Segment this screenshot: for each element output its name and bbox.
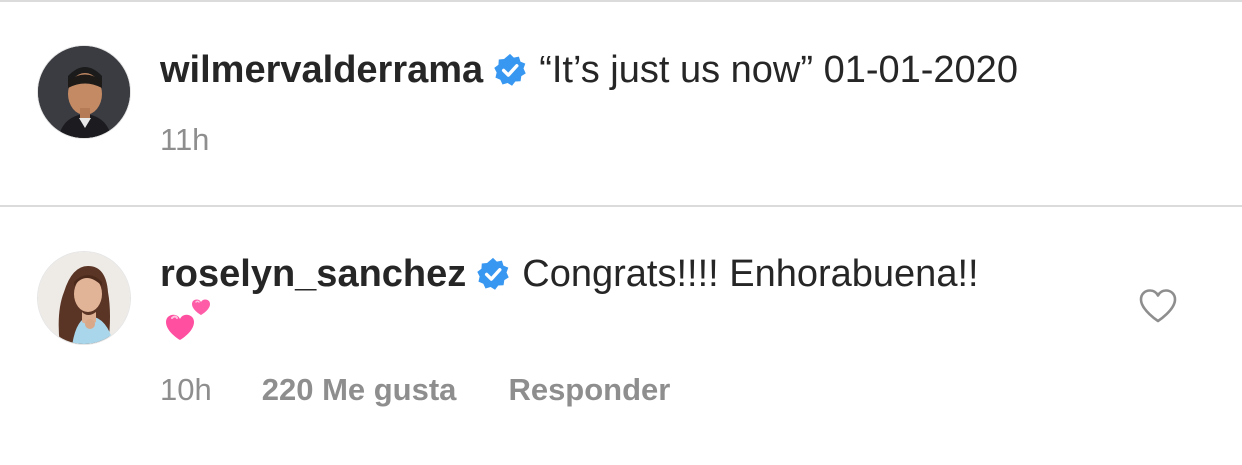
comment-username[interactable]: roselyn_sanchez	[160, 251, 466, 297]
top-divider	[0, 0, 1242, 2]
comment-timestamp[interactable]: 10h	[160, 372, 212, 408]
post-caption-line: wilmervalderrama “It’s just us now” 01-0…	[160, 47, 1018, 93]
post-caption-text: “It’s just us now” 01-01-2020	[539, 49, 1018, 91]
avatar-photo-icon	[38, 46, 130, 138]
reply-button[interactable]: Responder	[508, 372, 670, 408]
post-meta: 11h	[160, 122, 209, 158]
comment-meta: 10h 220 Me gusta Responder	[160, 372, 670, 408]
comment-text: Congrats!!!! Enhorabuena!!	[522, 253, 979, 295]
verified-badge-icon	[477, 257, 509, 290]
post-author-avatar[interactable]	[37, 45, 131, 139]
verified-badge-icon	[494, 53, 526, 86]
two-hearts-emoji-icon	[166, 299, 210, 340]
commenter-avatar[interactable]	[37, 251, 131, 345]
avatar-photo-icon	[38, 252, 130, 344]
post-timestamp[interactable]: 11h	[160, 122, 209, 158]
post-username[interactable]: wilmervalderrama	[160, 47, 483, 93]
comment-likes-count[interactable]: 220 Me gusta	[262, 372, 457, 408]
section-divider	[0, 205, 1242, 207]
heart-outline-icon[interactable]	[1138, 288, 1178, 324]
comment-line: roselyn_sanchez Congrats!!!! Enhorabuena…	[160, 251, 979, 297]
